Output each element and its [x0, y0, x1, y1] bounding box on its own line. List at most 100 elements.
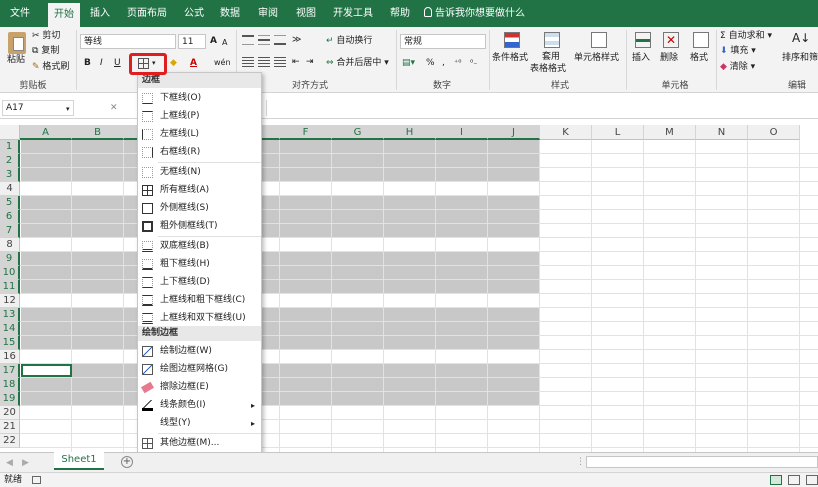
row-header[interactable]: 19: [0, 392, 20, 406]
column-header[interactable]: N: [696, 125, 748, 140]
menu-item-top-bottom-border[interactable]: 上下框线(D): [138, 274, 261, 291]
column-header[interactable]: F: [280, 125, 332, 140]
cell-styles-button[interactable]: 单元格样式: [574, 30, 624, 74]
column-header[interactable]: J: [488, 125, 540, 140]
row-header[interactable]: 9: [0, 252, 20, 266]
copy-button[interactable]: ⧉ 复制: [32, 45, 59, 57]
next-sheet-icon[interactable]: ▶: [22, 457, 29, 469]
row-header[interactable]: 10: [0, 266, 20, 280]
italic-button[interactable]: I: [100, 57, 103, 69]
row-header[interactable]: 6: [0, 210, 20, 224]
menu-item-all-borders[interactable]: 所有框线(A): [138, 182, 261, 199]
align-center-button[interactable]: [258, 57, 270, 67]
column-header[interactable]: M: [644, 125, 696, 140]
menu-item-right-border[interactable]: 右框线(R): [138, 144, 261, 161]
tab-review[interactable]: 审阅: [252, 0, 284, 27]
outdent-icon[interactable]: ⇥: [306, 56, 314, 68]
menu-item-bottom-border[interactable]: 下框线(O): [138, 90, 261, 107]
menu-item-thick-bottom-border[interactable]: 粗下框线(H): [138, 256, 261, 273]
sheet-tab-sheet1[interactable]: Sheet1: [54, 452, 104, 470]
select-all-corner[interactable]: [0, 125, 20, 140]
accounting-format-icon[interactable]: ▤▾: [402, 57, 415, 69]
merge-center-button[interactable]: ⇔ 合并后居中 ▾: [326, 57, 389, 69]
column-header[interactable]: G: [332, 125, 384, 140]
format-cells-button[interactable]: 格式: [688, 30, 714, 74]
menu-item-outside-borders[interactable]: 外侧框线(S): [138, 200, 261, 217]
column-header[interactable]: L: [592, 125, 644, 140]
active-cell-a17[interactable]: [21, 364, 72, 377]
wrap-text-button[interactable]: ↵ 自动换行: [326, 35, 372, 47]
tab-file[interactable]: 文件: [0, 0, 40, 27]
grow-font-button[interactable]: A: [210, 35, 217, 47]
row-header[interactable]: 20: [0, 406, 20, 420]
number-format-combo[interactable]: 常规: [400, 34, 486, 49]
row-header[interactable]: 3: [0, 168, 20, 182]
delete-cells-button[interactable]: ✕ 删除: [658, 30, 684, 74]
row-header[interactable]: 4: [0, 182, 20, 196]
font-name-combo[interactable]: 等线: [80, 34, 176, 49]
align-top-button[interactable]: [242, 35, 254, 45]
decimal-decrease-icon[interactable]: ⁰₋: [470, 57, 477, 69]
name-box[interactable]: A17: [2, 100, 74, 116]
bold-button[interactable]: B: [84, 57, 91, 69]
row-header[interactable]: 12: [0, 294, 20, 308]
underline-button[interactable]: U: [114, 57, 121, 69]
align-bottom-button[interactable]: [274, 35, 286, 45]
autosum-button[interactable]: Σ 自动求和 ▾: [720, 30, 772, 42]
align-middle-button[interactable]: [258, 35, 270, 45]
prev-sheet-icon[interactable]: ◀: [6, 457, 13, 469]
menu-item-line-color[interactable]: 线条颜色(I) ▸: [138, 397, 261, 414]
format-as-table-button[interactable]: 套用 表格格式: [530, 30, 574, 76]
row-header[interactable]: 11: [0, 280, 20, 294]
phonetic-button[interactable]: wén: [214, 57, 231, 69]
page-layout-view-icon[interactable]: [788, 475, 800, 485]
conditional-format-button[interactable]: 条件格式: [492, 30, 532, 74]
menu-item-no-border[interactable]: 无框线(N): [138, 164, 261, 181]
align-left-button[interactable]: [242, 57, 254, 67]
font-color-button[interactable]: A: [190, 57, 197, 69]
tab-page-layout[interactable]: 页面布局: [122, 0, 172, 27]
tab-formulas[interactable]: 公式: [178, 0, 210, 27]
normal-view-icon[interactable]: [770, 475, 782, 485]
insert-cells-button[interactable]: 插入: [630, 30, 656, 74]
align-right-button[interactable]: [274, 57, 286, 67]
indent-icon[interactable]: ⇤: [292, 56, 300, 68]
menu-item-top-double-bottom-border[interactable]: 上框线和双下框线(U): [138, 310, 261, 327]
row-header[interactable]: 22: [0, 434, 20, 448]
format-painter-button[interactable]: ✎ 格式刷: [32, 61, 69, 73]
macro-record-icon[interactable]: [32, 476, 41, 484]
add-sheet-icon[interactable]: +: [121, 456, 133, 468]
row-header[interactable]: 15: [0, 336, 20, 350]
column-header[interactable]: K: [540, 125, 592, 140]
sort-filter-button[interactable]: A↓ 排序和筛: [782, 30, 818, 74]
tab-view[interactable]: 视图: [290, 0, 322, 27]
row-header[interactable]: 18: [0, 378, 20, 392]
menu-item-draw-border[interactable]: 绘制边框(W): [138, 343, 261, 360]
spreadsheet-grid[interactable]: ABCDEFGHIJKLMNO 123456789101112131415161…: [0, 125, 818, 452]
row-header[interactable]: 2: [0, 154, 20, 168]
tab-help[interactable]: 帮助: [384, 0, 416, 27]
menu-item-double-bottom-border[interactable]: 双底框线(B): [138, 238, 261, 255]
fill-button[interactable]: ⬇ 填充 ▾: [720, 45, 756, 57]
column-header[interactable]: H: [384, 125, 436, 140]
tab-home[interactable]: 开始: [48, 3, 80, 27]
cancel-formula-icon[interactable]: ✕: [110, 102, 118, 114]
orientation-icon[interactable]: ≫: [292, 34, 301, 46]
menu-item-top-thick-bottom-border[interactable]: 上框线和粗下框线(C): [138, 292, 261, 309]
cut-button[interactable]: ✂ 剪切: [32, 30, 60, 42]
column-header[interactable]: O: [748, 125, 800, 140]
menu-item-top-border[interactable]: 上框线(P): [138, 108, 261, 125]
menu-item-left-border[interactable]: 左框线(L): [138, 126, 261, 143]
horizontal-scrollbar[interactable]: [586, 456, 818, 468]
row-header[interactable]: 7: [0, 224, 20, 238]
row-header[interactable]: 5: [0, 196, 20, 210]
formula-input[interactable]: [266, 100, 818, 116]
paste-button[interactable]: 粘贴: [4, 30, 30, 74]
chevron-down-icon[interactable]: ▾: [66, 103, 70, 115]
row-header[interactable]: 13: [0, 308, 20, 322]
tab-developer[interactable]: 开发工具: [328, 0, 378, 27]
column-header[interactable]: A: [20, 125, 72, 140]
percent-button[interactable]: %: [426, 57, 435, 69]
row-header[interactable]: 21: [0, 420, 20, 434]
clear-button[interactable]: ◆ 清除 ▾: [720, 61, 755, 73]
